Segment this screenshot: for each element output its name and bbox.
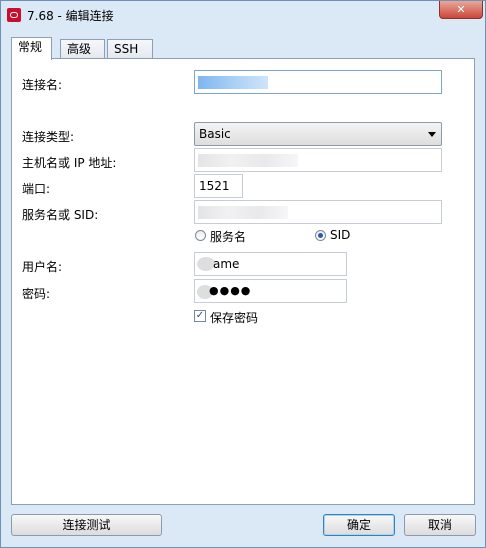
password-input[interactable]: ●●●● bbox=[194, 279, 347, 303]
close-icon: ✕ bbox=[456, 3, 466, 16]
save-password-checkbox[interactable]: ✓ bbox=[194, 310, 206, 322]
connection-type-value: Basic bbox=[199, 127, 231, 141]
port-input[interactable]: 1521 bbox=[194, 174, 243, 198]
redacted-text bbox=[198, 76, 268, 89]
port-label: 端口: bbox=[22, 182, 51, 196]
app-icon bbox=[7, 8, 21, 22]
test-connection-button[interactable]: 连接测试 bbox=[11, 514, 162, 536]
cancel-button[interactable]: 取消 bbox=[404, 514, 476, 536]
tab-ssh[interactable]: SSH bbox=[107, 39, 153, 59]
window-title: 7.68 - 编辑连接 bbox=[27, 9, 114, 23]
connection-type-label: 连接类型: bbox=[22, 130, 75, 144]
close-button[interactable]: ✕ bbox=[439, 1, 483, 19]
connection-type-select[interactable]: Basic bbox=[194, 122, 442, 146]
tab-advanced[interactable]: 高级 bbox=[60, 39, 105, 59]
connection-name-label: 连接名: bbox=[22, 78, 63, 92]
connection-dialog: 7.68 - 编辑连接 ✕ 常规 高级 SSH 连接名: 连接类型: Basic… bbox=[0, 0, 486, 548]
service-label: 服务名或 SID: bbox=[22, 208, 99, 222]
radio-sid[interactable] bbox=[315, 230, 326, 241]
password-value: ●●●● bbox=[209, 284, 252, 297]
chevron-down-icon bbox=[428, 132, 436, 137]
title-bar[interactable]: 7.68 - 编辑连接 ✕ bbox=[1, 1, 485, 31]
redacted-text bbox=[198, 154, 298, 167]
connection-name-input[interactable] bbox=[194, 70, 442, 94]
tab-general[interactable]: 常规 bbox=[11, 37, 52, 60]
host-input[interactable] bbox=[194, 148, 442, 172]
radio-service-name[interactable] bbox=[195, 230, 206, 241]
username-label: 用户名: bbox=[22, 260, 63, 274]
host-label: 主机名或 IP 地址: bbox=[22, 156, 117, 170]
ok-button[interactable]: 确定 bbox=[323, 514, 395, 536]
save-password-label: 保存密码 bbox=[210, 311, 259, 325]
password-label: 密码: bbox=[22, 287, 51, 301]
radio-service-name-label: 服务名 bbox=[210, 230, 247, 244]
radio-sid-label: SID bbox=[330, 228, 351, 242]
username-value: ame bbox=[213, 257, 240, 271]
username-input[interactable]: ame bbox=[194, 252, 347, 276]
service-input[interactable] bbox=[194, 200, 442, 224]
redacted-text bbox=[198, 206, 288, 219]
